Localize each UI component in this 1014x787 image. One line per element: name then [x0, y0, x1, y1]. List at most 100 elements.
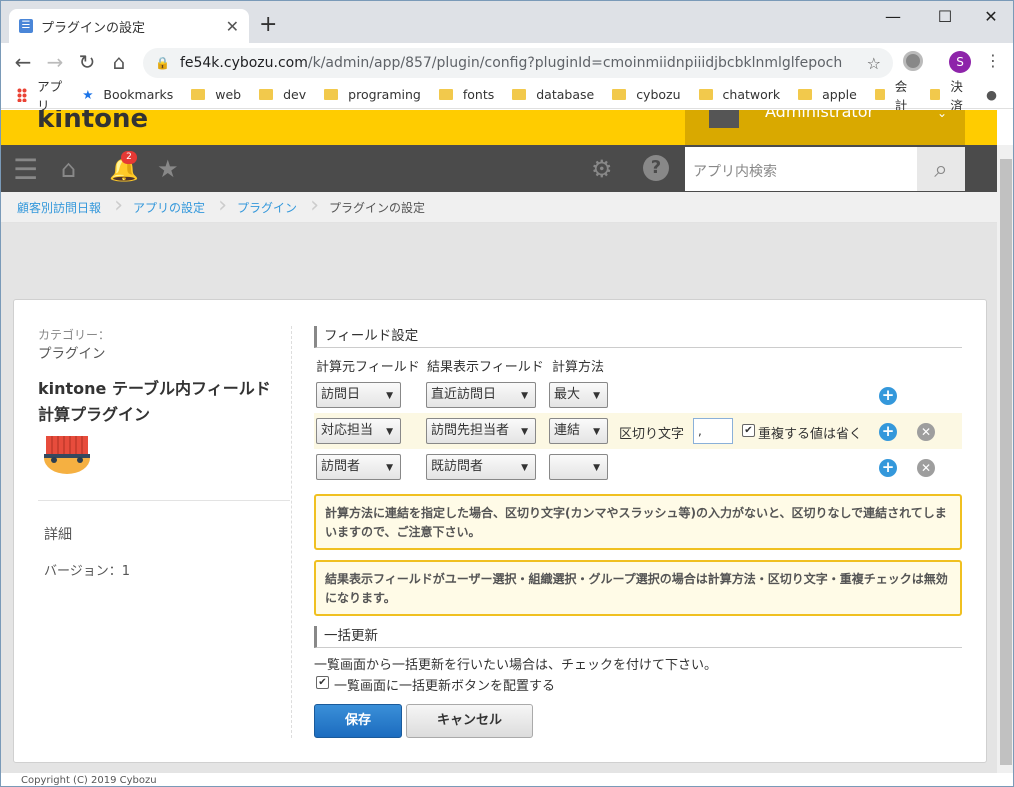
bookmark-label: アプリ	[37, 78, 63, 113]
plugin-settings-card: カテゴリー： プラグイン kintone テーブル内フィールド 計算プラグイン …	[13, 299, 987, 763]
col-method-header: 計算方法	[552, 360, 605, 375]
minimize-button[interactable]: —	[873, 7, 913, 26]
browser-menu-icon[interactable]: ⋮	[985, 51, 1001, 70]
plugin-title: kintone テーブル内フィールド 計算プラグイン	[38, 376, 288, 428]
browser-window: ☰ プラグインの設定 ✕ + — ☐ ✕ ← → ↻ ⌂ 🔒 fe54k.cyb…	[0, 0, 1014, 787]
reload-icon[interactable]: ↻	[71, 50, 103, 74]
bookmark-label: web	[215, 87, 242, 102]
select-value: 連結	[554, 423, 581, 438]
scrollbar-thumb[interactable]	[1000, 159, 1012, 765]
result-field-select[interactable]: 直近訪問日 ▼	[426, 382, 536, 408]
bookmark-folder[interactable]: database	[512, 87, 594, 102]
new-tab-button[interactable]: +	[259, 13, 277, 37]
help-icon[interactable]: ?	[643, 155, 669, 181]
plugin-train-icon	[44, 436, 90, 474]
breadcrumb-item[interactable]: アプリの設定 ›	[117, 193, 227, 218]
folder-icon	[798, 89, 813, 100]
star-icon[interactable]: ★	[157, 155, 179, 183]
bookmark-label: cybozu	[636, 87, 681, 102]
bookmark-label: programing	[348, 87, 421, 102]
close-window-button[interactable]: ✕	[971, 7, 1011, 26]
result-field-select[interactable]: 既訪問者 ▼	[426, 454, 536, 480]
method-select[interactable]: 最大 ▼	[549, 382, 608, 408]
gear-icon[interactable]: ⚙	[591, 155, 613, 183]
remove-row-icon[interactable]: ✕	[917, 459, 935, 477]
bookmark-folder[interactable]: 会計	[874, 76, 913, 114]
tab-title: プラグインの設定	[41, 20, 146, 36]
back-arrow-icon[interactable]: ←	[7, 50, 39, 74]
remove-row-icon[interactable]: ✕	[917, 423, 935, 441]
bookmark-folder[interactable]: fonts	[438, 87, 494, 102]
field-row: 訪問者 ▼ 既訪問者 ▼ ▼ + ✕	[314, 449, 962, 485]
source-field-select[interactable]: 訪問日 ▼	[316, 382, 401, 408]
category-value: プラグイン	[38, 346, 106, 362]
caret-down-icon: ▼	[386, 427, 393, 437]
kintone-header: kintone Administrator ⌄	[1, 110, 997, 145]
user-name: Administrator	[765, 110, 875, 121]
profile-avatar[interactable]: S	[949, 51, 971, 73]
address-bar[interactable]: 🔒 fe54k.cybozu.com/k/admin/app/857/plugi…	[143, 48, 893, 78]
add-row-icon[interactable]: +	[879, 423, 897, 441]
delimiter-warning-note: 計算方法に連結を指定した場合、区切り文字(カンマやスラッシュ等)の入力がないと、…	[314, 494, 962, 550]
search-icon[interactable]: ⌕	[917, 147, 965, 191]
user-menu[interactable]: Administrator ⌄	[685, 110, 965, 145]
bookmark-bookmarks[interactable]: ★ Bookmarks	[82, 87, 173, 102]
bookmark-label: apple	[822, 87, 857, 102]
bookmark-folder[interactable]: web	[191, 87, 241, 102]
bookmark-folder[interactable]: 決済	[930, 76, 968, 114]
forward-arrow-icon[interactable]: →	[39, 50, 71, 74]
folder-icon	[438, 89, 453, 100]
dedupe-label: 重複する値は省く	[758, 427, 863, 442]
save-button[interactable]: 保存	[314, 704, 402, 738]
dedupe-checkbox[interactable]: ✔	[742, 424, 755, 437]
plugin-title-line: 計算プラグイン	[38, 405, 151, 424]
bookmark-label: 会計	[894, 78, 908, 113]
home-icon[interactable]: ⌂	[103, 50, 135, 74]
caret-down-icon: ▼	[386, 463, 393, 473]
delimiter-input[interactable]: ,	[693, 418, 733, 444]
kintone-logo[interactable]: kintone	[37, 110, 148, 134]
select-value: 対応担当	[321, 423, 374, 438]
source-field-select[interactable]: 対応担当 ▼	[316, 418, 401, 444]
bookmark-globe[interactable]: ●	[986, 87, 997, 102]
maximize-button[interactable]: ☐	[925, 7, 965, 26]
cancel-button[interactable]: キャンセル	[406, 704, 533, 738]
url-path: /k/admin/app/857/plugin/config?pluginId=…	[307, 55, 843, 71]
add-row-icon[interactable]: +	[879, 459, 897, 477]
details-link[interactable]: 詳細	[44, 524, 72, 544]
bulk-update-checkbox[interactable]: ✔	[316, 676, 329, 689]
select-value: 訪問先担当者	[431, 423, 510, 438]
add-row-icon[interactable]: +	[879, 387, 897, 405]
app-search-input[interactable]: アプリ内検索	[685, 147, 917, 191]
folder-icon	[698, 89, 713, 100]
folder-icon	[191, 89, 206, 100]
select-value: 訪問者	[321, 459, 361, 474]
folder-icon	[612, 89, 627, 100]
breadcrumb-item[interactable]: 顧客別訪問日報 ›	[1, 193, 123, 218]
field-row: 訪問日 ▼ 直近訪問日 ▼ 最大 ▼ +	[314, 377, 962, 413]
bookmark-folder[interactable]: dev	[259, 87, 306, 102]
bulk-update-heading: 一括更新	[314, 626, 962, 648]
bookmark-folder[interactable]: programing	[324, 87, 421, 102]
bookmark-folder[interactable]: cybozu	[612, 87, 681, 102]
user-icon	[709, 110, 739, 128]
breadcrumb-item[interactable]: プラグイン ›	[221, 193, 319, 218]
hamburger-menu-icon[interactable]: ☰	[13, 153, 38, 186]
copyright-footer: Copyright (C) 2019 Cybozu	[1, 773, 1013, 786]
lock-icon: 🔒	[155, 56, 170, 70]
folder-icon	[874, 89, 885, 100]
method-select[interactable]: ▼	[549, 454, 608, 480]
bookmark-folder[interactable]: chatwork	[698, 87, 780, 102]
bookmark-label: dev	[283, 87, 307, 102]
bookmark-folder[interactable]: apple	[798, 87, 857, 102]
source-field-select[interactable]: 訪問者 ▼	[316, 454, 401, 480]
bookmark-star-icon[interactable]: ☆	[867, 54, 881, 73]
result-field-select[interactable]: 訪問先担当者 ▼	[426, 418, 536, 444]
method-select[interactable]: 連結 ▼	[549, 418, 608, 444]
home-icon[interactable]: ⌂	[61, 155, 76, 183]
browser-tab[interactable]: ☰ プラグインの設定 ✕	[9, 9, 249, 43]
tab-strip: ☰ プラグインの設定 ✕ + — ☐ ✕	[1, 1, 1013, 43]
bookmark-apps[interactable]: アプリ	[17, 76, 64, 114]
extension-icon[interactable]	[903, 51, 923, 71]
tab-close-icon[interactable]: ✕	[226, 17, 239, 36]
